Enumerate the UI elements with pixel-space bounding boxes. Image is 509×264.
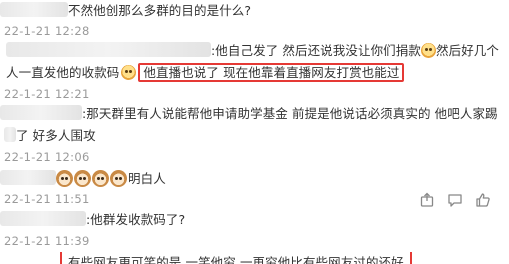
comment-text: 明白人 — [128, 171, 166, 186]
comment-text: :他群发收款码了? — [86, 212, 186, 227]
highlighted-text-box: 他直播也说了 现在他靠着直播网友打赏也能过 — [138, 63, 405, 82]
comment-text: :他自己发了 然后还说我没让你们捐款 — [211, 43, 421, 58]
comment-text-suffix: 然后好几个 — [436, 43, 500, 58]
cat-emoji-icon — [110, 170, 127, 187]
cat-emoji-icon — [74, 170, 91, 187]
comment-3-line1: :那天群里有人说能帮他申请助学基金 前提是他说话必须真实的 他吧人家踢 — [0, 103, 509, 125]
smile-emoji-icon — [121, 65, 137, 80]
comment-6-partial: 有些网友更可笑的是 一笑他穷 一再穷他比有些网友过的还好 — [0, 252, 509, 264]
comment-5-time: 22-1-21 11:39 — [4, 234, 90, 248]
username-blurred[interactable] — [0, 105, 82, 120]
comment-2-time: 22-1-21 12:21 — [4, 87, 90, 101]
comment-3-time: 22-1-21 12:06 — [4, 150, 90, 164]
comment-3-line2: 了 好多人围攻 — [0, 125, 509, 147]
share-button[interactable] — [413, 190, 441, 210]
share-icon — [420, 192, 434, 207]
username-blurred[interactable] — [0, 170, 56, 185]
comment-text: :那天群里有人说能帮他申请助学基金 前提是他说话必须真实的 他吧人家踢 — [82, 106, 498, 121]
username-blurred[interactable] — [6, 42, 211, 57]
thumbs-up-icon — [476, 193, 490, 207]
comment-icon — [448, 194, 462, 207]
username-blurred[interactable] — [0, 211, 86, 226]
smile-emoji-icon — [421, 43, 436, 58]
comment-1: 不然他创那么多群的目的是什么? — [0, 0, 509, 22]
username-blurred[interactable] — [0, 2, 68, 17]
comment-text: 不然他创那么多群的目的是什么? — [68, 3, 252, 18]
comment-1-time: 22-1-21 12:28 — [4, 24, 90, 38]
comment-actions — [413, 190, 497, 210]
cat-emoji-icon — [56, 170, 73, 187]
comment-button[interactable] — [441, 190, 469, 210]
comment-2-line2: 人一直发他的收款码 他直播也说了 现在他靠着直播网友打赏也能过 — [0, 62, 509, 84]
comment-text-line2: 了 好多人围攻 — [16, 128, 96, 143]
like-button[interactable] — [469, 190, 497, 210]
blurred-fragment — [4, 127, 16, 142]
comment-5: :他群发收款码了? — [0, 209, 509, 231]
comment-text-line2: 人一直发他的收款码 — [6, 65, 120, 80]
cat-emoji-icon — [92, 170, 109, 187]
comment-2-line1: :他自己发了 然后还说我没让你们捐款 然后好几个 — [0, 40, 509, 62]
highlighted-text-box: 有些网友更可笑的是 一笑他穷 一再穷他比有些网友过的还好 — [60, 252, 412, 264]
comment-4: 明白人 — [0, 168, 509, 190]
